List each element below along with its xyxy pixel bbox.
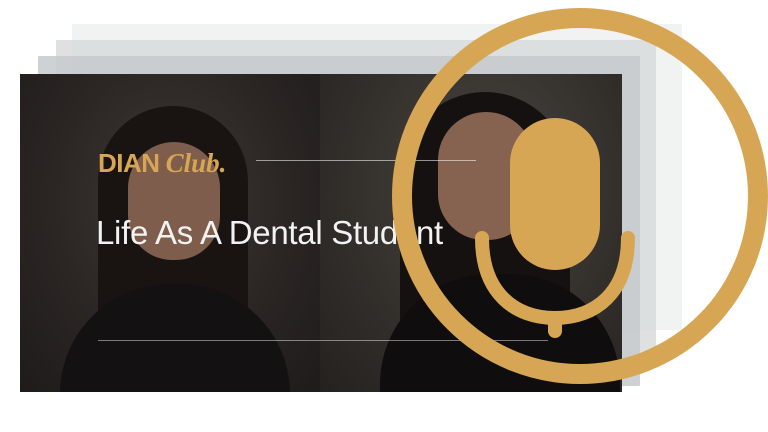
podcast-thumbnail: DIAN Club. Life As A Dental Student [0, 0, 768, 432]
microphone-icon [475, 118, 635, 338]
brand-logo: DIAN Club. [98, 148, 226, 179]
microphone-stand [548, 316, 562, 338]
brand-club: Club. [165, 148, 227, 178]
microphone-capsule [510, 118, 600, 270]
video-title: Life As A Dental Student [96, 214, 443, 251]
brand-name: DIAN [98, 148, 160, 178]
